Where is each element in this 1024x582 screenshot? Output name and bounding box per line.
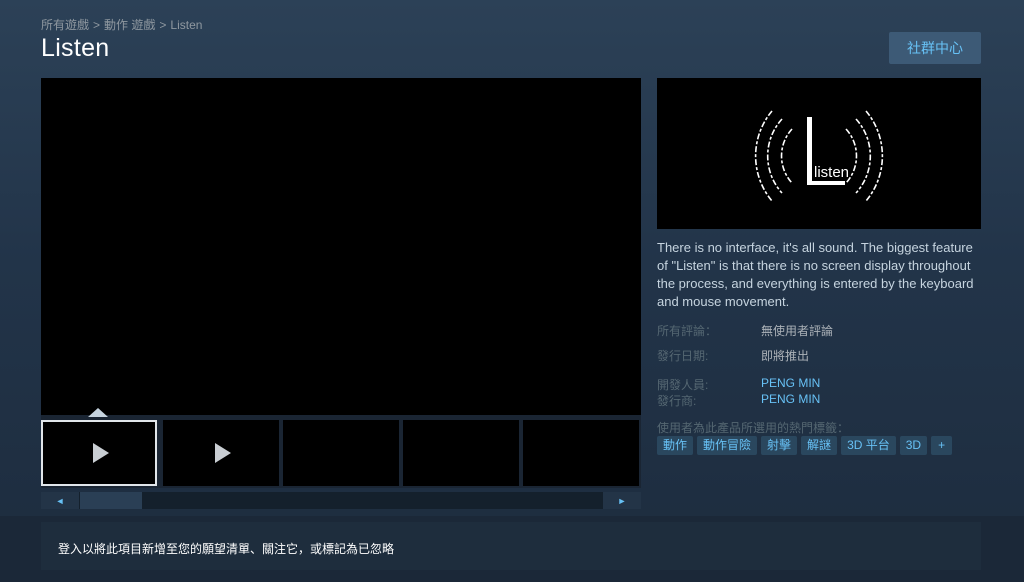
- scroll-right-arrow-icon[interactable]: ►: [603, 492, 641, 509]
- thumbnail-scrollbar-handle[interactable]: [80, 492, 142, 509]
- play-icon: [93, 443, 109, 463]
- main-video-player[interactable]: [41, 78, 641, 415]
- tag-3d[interactable]: 3D: [899, 436, 928, 455]
- thumbnail-video-2[interactable]: [163, 420, 279, 486]
- tag-action-adventure[interactable]: 動作冒險: [697, 436, 758, 455]
- tag-action[interactable]: 動作: [657, 436, 694, 455]
- play-icon: [215, 443, 231, 463]
- game-capsule-image: listen: [657, 78, 981, 229]
- thumbnail-video-1[interactable]: [41, 420, 157, 486]
- thumbnail-screenshot-2[interactable]: [403, 420, 519, 486]
- sign-in-prompt-link[interactable]: 登入以將此項目新增至您的願望清單、關注它，或標記為已忽略: [58, 540, 394, 557]
- reviews-label: 所有評論：: [657, 324, 718, 338]
- selected-thumbnail-pointer: [88, 408, 108, 417]
- breadcrumb: 所有遊戲 > 動作 遊戲 > Listen: [41, 16, 202, 33]
- publisher-label: 發行商:: [657, 394, 697, 408]
- thumbnail-screenshot-1[interactable]: [283, 420, 399, 486]
- add-tag-button[interactable]: +: [931, 436, 953, 455]
- community-hub-button[interactable]: 社群中心: [889, 32, 981, 64]
- breadcrumb-action-games[interactable]: 動作 遊戲: [104, 18, 155, 32]
- listen-logo: listen: [754, 109, 884, 202]
- thumbnail-screenshot-3[interactable]: [523, 420, 639, 486]
- logo-text: listen: [814, 164, 849, 181]
- developer-link[interactable]: PENG MIN: [761, 376, 820, 390]
- tag-puzzle[interactable]: 解謎: [801, 436, 838, 455]
- developer-label: 開發人員:: [657, 378, 709, 392]
- release-date-value: 即將推出: [761, 349, 810, 363]
- page-title: Listen: [41, 34, 110, 62]
- scroll-left-arrow-icon[interactable]: ◄: [41, 492, 79, 509]
- popular-tags-label: 使用者為此產品所選用的熱門標籤：: [657, 421, 850, 435]
- game-description: There is no interface, it's all sound. T…: [657, 240, 974, 309]
- publisher-link[interactable]: PENG MIN: [761, 392, 820, 406]
- tag-list: 動作 動作冒險 射擊 解謎 3D 平台 3D +: [657, 436, 953, 455]
- tag-3d-platformer[interactable]: 3D 平台: [841, 436, 896, 455]
- release-date-label: 發行日期:: [657, 349, 709, 363]
- breadcrumb-all-games[interactable]: 所有遊戲: [41, 18, 89, 32]
- breadcrumb-separator: >: [93, 18, 101, 32]
- breadcrumb-current-game[interactable]: Listen: [170, 18, 202, 32]
- tag-shooter[interactable]: 射擊: [761, 436, 798, 455]
- reviews-value: 無使用者評論: [761, 324, 834, 338]
- breadcrumb-separator: >: [159, 18, 167, 32]
